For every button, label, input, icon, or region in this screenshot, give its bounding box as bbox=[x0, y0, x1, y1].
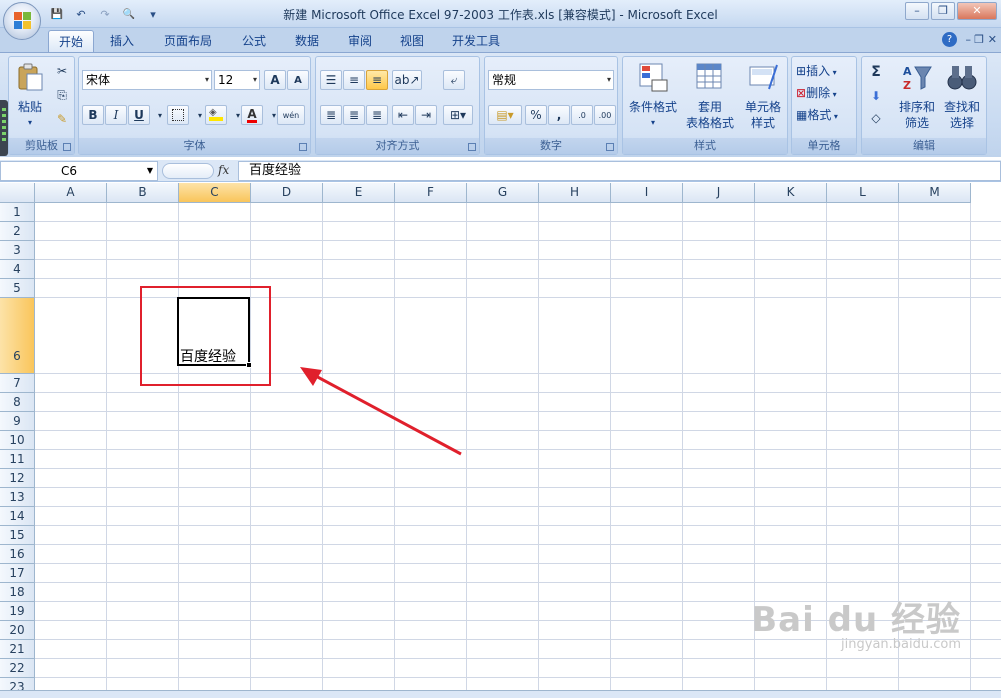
sheet-tabs-bar bbox=[0, 690, 1001, 698]
office-logo-icon bbox=[14, 12, 32, 30]
annotation-arrow bbox=[300, 367, 462, 456]
office-button[interactable] bbox=[3, 2, 41, 40]
